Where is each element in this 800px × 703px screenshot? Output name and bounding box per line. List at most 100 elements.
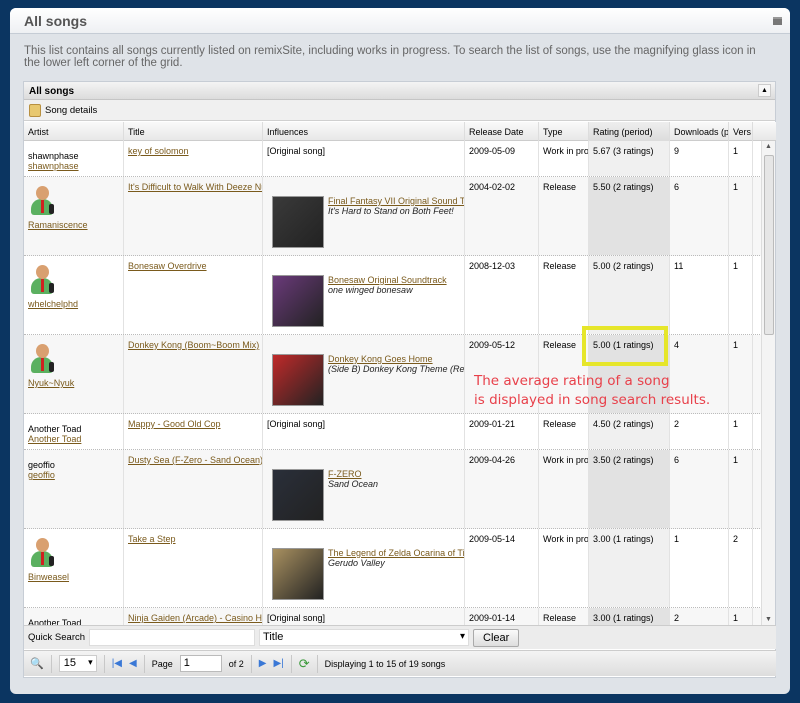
- grid-title: All songs: [29, 86, 75, 97]
- influences-cell: [Original song]: [263, 608, 465, 625]
- type-cell: Work in pro: [539, 529, 589, 607]
- artist-link[interactable]: shawnphase: [28, 161, 79, 171]
- all-songs-window: All songs This list contains all songs c…: [10, 8, 790, 694]
- influence-link[interactable]: The Legend of Zelda Ocarina of Tir: [328, 548, 464, 558]
- album-art-image: [272, 196, 324, 248]
- search-icon[interactable]: 🔍: [30, 657, 44, 670]
- artist-name: Another Toad: [28, 618, 82, 625]
- clear-button[interactable]: Clear: [473, 628, 520, 647]
- table-row[interactable]: Binweasel Take a Step The Legend of Zelda …: [24, 529, 762, 608]
- release-date-cell: 2009-04-26: [465, 450, 539, 528]
- column-header[interactable]: Rating (period): [589, 122, 670, 141]
- artist-link[interactable]: Binweasel: [28, 572, 69, 582]
- artist-link[interactable]: geoffio: [28, 470, 55, 480]
- versions-cell: 1: [729, 141, 753, 176]
- artist-name: geoffio: [28, 460, 55, 470]
- influences-cell: Bonesaw Original Soundtrack one winged bo…: [263, 256, 465, 334]
- artist-link[interactable]: Nyuk~Nyuk: [28, 378, 74, 388]
- rating-cell: 3.50 (2 ratings): [589, 450, 670, 528]
- influence-link[interactable]: Donkey Kong Goes Home: [328, 354, 433, 364]
- window-title: All songs: [24, 13, 88, 29]
- scroll-down-icon[interactable]: ▼: [765, 616, 772, 623]
- title-cell: Ninja Gaiden (Arcade) - Casino He: [124, 608, 263, 625]
- downloads-count: 11: [674, 261, 684, 271]
- page-size-select[interactable]: 15: [58, 655, 97, 672]
- column-header[interactable]: Downloads (p: [670, 122, 729, 141]
- album-art-image: [272, 275, 324, 327]
- song-type: Release: [543, 613, 577, 623]
- song-title-link[interactable]: It's Difficult to Walk With Deeze Nu: [128, 182, 262, 192]
- rating-cell: 3.00 (1 ratings): [589, 529, 670, 607]
- song-title-link[interactable]: Ninja Gaiden (Arcade) - Casino He: [128, 613, 262, 623]
- versions-count: 2: [733, 534, 739, 544]
- song-title-link[interactable]: Bonesaw Overdrive: [128, 261, 207, 271]
- last-page-icon[interactable]: ▶|: [273, 658, 283, 669]
- column-header[interactable]: Artist: [24, 122, 124, 141]
- first-page-icon[interactable]: |◀: [112, 658, 122, 669]
- song-details-button[interactable]: Song details: [45, 105, 97, 116]
- downloads-count: 2: [674, 613, 680, 623]
- release-date-cell: 2008-12-03: [465, 256, 539, 334]
- vertical-scrollbar[interactable]: ▲ ▼: [761, 141, 775, 625]
- type-cell: Release: [539, 608, 589, 625]
- album-art-image: [272, 469, 324, 521]
- artist-cell: Nyuk~Nyuk: [24, 335, 124, 413]
- page-input[interactable]: 1: [179, 655, 222, 672]
- influence-link[interactable]: Bonesaw Original Soundtrack: [328, 275, 447, 285]
- influence-info: F-ZERO Sand Ocean: [328, 469, 378, 489]
- type-cell: Release: [539, 414, 589, 449]
- artist-link[interactable]: whelchelphd: [28, 299, 78, 309]
- table-row[interactable]: Another ToadAnother Toad Ninja Gaiden (Ar…: [24, 608, 762, 625]
- rating-cell: 5.67 (3 ratings): [589, 141, 670, 176]
- song-title-link[interactable]: Mappy - Good Old Cop: [128, 419, 221, 429]
- scroll-up-icon[interactable]: ▲: [765, 143, 772, 150]
- column-header[interactable]: Title: [124, 122, 263, 141]
- collapse-icon[interactable]: ▲: [758, 84, 771, 97]
- table-row[interactable]: Ramaniscence It's Difficult to Walk With …: [24, 177, 762, 256]
- artist-cell: Ramaniscence: [24, 177, 124, 255]
- downloads-cell: 2: [670, 414, 729, 449]
- downloads-count: 4: [674, 340, 680, 350]
- column-header[interactable]: Vers: [729, 122, 753, 141]
- song-title-link[interactable]: key of solomon: [128, 146, 189, 156]
- grid-toolbar: Song details: [24, 100, 775, 121]
- influence-track: one winged bonesaw: [328, 285, 413, 295]
- table-row[interactable]: whelchelphd Bonesaw Overdrive Bonesaw Orig…: [24, 256, 762, 335]
- downloads-cell: 6: [670, 177, 729, 255]
- column-header[interactable]: Influences: [263, 122, 465, 141]
- column-header[interactable]: Release Date: [465, 122, 539, 141]
- influences-cell: [Original song]: [263, 414, 465, 449]
- scroll-thumb[interactable]: [764, 155, 774, 335]
- search-field-select[interactable]: Title: [259, 629, 470, 646]
- avatar: [30, 538, 56, 570]
- song-title-link[interactable]: Dusty Sea (F-Zero - Sand Ocean): [128, 455, 262, 465]
- separator: [143, 654, 145, 673]
- versions-count: 1: [733, 261, 739, 271]
- release-date-cell: 2009-05-09: [465, 141, 539, 176]
- quick-search-input[interactable]: [89, 629, 256, 646]
- song-title-link[interactable]: Donkey Kong (Boom~Boom Mix): [128, 340, 259, 350]
- table-row[interactable]: geoffio geoffio Dusty Sea (F-Zero - Sand O…: [24, 450, 762, 529]
- release-date: 2009-01-14: [469, 613, 516, 623]
- downloads-count: 6: [674, 455, 680, 465]
- artist-name: Another Toad: [28, 424, 82, 434]
- refresh-icon[interactable]: ⟳: [299, 656, 310, 672]
- table-row[interactable]: Another Toad Another Toad Mappy - Good Old…: [24, 414, 762, 450]
- quick-search-label: Quick Search: [28, 632, 86, 643]
- release-date-cell: 2009-01-21: [465, 414, 539, 449]
- table-row[interactable]: shawnphase shawnphase key of solomon [Origi…: [24, 141, 762, 177]
- versions-cell: 1: [729, 450, 753, 528]
- title-cell: Bonesaw Overdrive: [124, 256, 263, 334]
- influence-link[interactable]: F-ZERO: [328, 469, 362, 479]
- minimize-icon[interactable]: [773, 17, 782, 25]
- artist-link[interactable]: Ramaniscence: [28, 220, 88, 230]
- artist-link[interactable]: Another Toad: [28, 434, 81, 444]
- influence-link[interactable]: Final Fantasy VII Original Sound Tra: [328, 196, 464, 206]
- release-date: 2008-12-03: [469, 261, 516, 271]
- column-header[interactable]: Type: [539, 122, 589, 141]
- prev-page-icon[interactable]: ◀: [129, 658, 137, 669]
- release-date: 2009-01-21: [469, 419, 516, 429]
- song-title-link[interactable]: Take a Step: [128, 534, 176, 544]
- description: This list contains all songs currently l…: [24, 45, 756, 69]
- next-page-icon[interactable]: ▶: [259, 658, 267, 669]
